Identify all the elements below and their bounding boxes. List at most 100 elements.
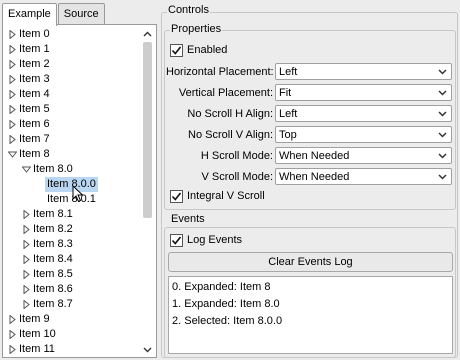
tree-item[interactable]: Item 8.1 <box>21 207 75 222</box>
tree-item[interactable]: Item 8.0 <box>21 162 75 177</box>
tree-item[interactable]: Item 6 <box>7 117 52 132</box>
select-value: Fit <box>279 86 292 99</box>
log-events-checkbox[interactable] <box>170 233 183 247</box>
triangle-right-icon[interactable] <box>7 57 17 72</box>
tree-item[interactable]: Item 8.2 <box>21 222 75 237</box>
tree-item[interactable]: Item 2 <box>7 57 52 72</box>
tree-item[interactable]: Item 11 <box>7 342 57 356</box>
triangle-right-icon[interactable] <box>7 72 17 87</box>
property-row: V Scroll Mode: When Needed <box>166 168 452 185</box>
property-select[interactable]: Top <box>275 126 452 143</box>
tree-item[interactable]: Item 1 <box>7 42 52 57</box>
tree-item[interactable]: Item 4 <box>7 87 52 102</box>
tree-item-label: Item 11 <box>19 343 55 355</box>
triangle-right-icon[interactable] <box>21 267 31 282</box>
tree-item[interactable]: Item 8.3 <box>21 237 75 252</box>
property-select[interactable]: When Needed <box>275 147 452 164</box>
triangle-down-icon[interactable] <box>21 162 31 177</box>
tree-item-label: Item 8.6 <box>33 283 73 295</box>
chevron-down-icon <box>438 173 447 180</box>
property-row: Horizontal Placement: Left <box>166 63 452 80</box>
triangle-right-icon[interactable] <box>21 237 31 252</box>
triangle-right-icon[interactable] <box>7 117 17 132</box>
tree-item-label: Item 7 <box>19 133 50 145</box>
tab-example[interactable]: Example <box>2 3 57 26</box>
log-events-label: Log Events <box>187 234 243 246</box>
triangle-right-icon[interactable] <box>21 297 31 312</box>
tree-item-label: Item 4 <box>19 88 50 100</box>
tree-item[interactable]: Item 7 <box>7 132 52 147</box>
property-select[interactable]: When Needed <box>275 168 452 185</box>
property-row: No Scroll H Align: Left <box>166 105 452 122</box>
clear-events-log-button[interactable]: Clear Events Log <box>168 252 453 272</box>
property-label: H Scroll Mode: <box>200 149 273 162</box>
tree-item[interactable]: Item 8.7 <box>21 297 75 312</box>
scroll-up-arrow-icon[interactable] <box>141 28 154 40</box>
enabled-label: Enabled <box>187 44 228 56</box>
select-value: When Needed <box>279 149 350 162</box>
property-select[interactable]: Fit <box>275 84 452 101</box>
integral-v-scroll-checkbox[interactable] <box>170 189 183 203</box>
tree-item-label: Item 8.2 <box>33 223 73 235</box>
triangle-right-icon[interactable] <box>21 282 31 297</box>
tree-item[interactable]: Item 8 <box>7 147 52 162</box>
property-label: No Scroll H Align: <box>187 107 273 120</box>
tree-item[interactable]: Item 8.6 <box>21 282 75 297</box>
property-select[interactable]: Left <box>275 63 452 80</box>
triangle-right-icon[interactable] <box>7 102 17 117</box>
tree-item-label: Item 8.3 <box>33 238 73 250</box>
enabled-checkbox[interactable] <box>170 43 183 57</box>
tree-item-label: Item 8.0 <box>33 163 73 175</box>
tree-item-label: Item 9 <box>19 313 50 325</box>
tree-item[interactable]: Item 10 <box>7 327 58 342</box>
integral-v-scroll-label: Integral V Scroll <box>187 190 265 202</box>
tree-item-label: Item 8.5 <box>33 268 73 280</box>
property-row: No Scroll V Align: Top <box>166 126 452 143</box>
triangle-right-icon[interactable] <box>7 132 17 147</box>
property-label: Horizontal Placement: <box>166 65 274 78</box>
tab-source[interactable]: Source <box>57 3 105 24</box>
controls-title: Controls <box>167 4 210 16</box>
tree-item[interactable]: Item 8.4 <box>21 252 75 267</box>
integral-v-scroll-checkbox-row[interactable]: Integral V Scroll <box>170 188 265 204</box>
triangle-right-icon[interactable] <box>7 327 17 342</box>
tree-item[interactable]: Item 3 <box>7 72 52 87</box>
tree-item[interactable]: Item 9 <box>7 312 52 327</box>
property-label: Vertical Placement: <box>178 86 273 99</box>
triangle-right-icon[interactable] <box>21 222 31 237</box>
log-entry: 2. Selected: Item 8.0.0 <box>172 315 283 327</box>
triangle-right-icon[interactable] <box>7 87 17 102</box>
check-icon <box>171 46 182 55</box>
events-title: Events <box>170 213 206 225</box>
tree-item-label: Item 3 <box>19 73 50 85</box>
scroll-thumb[interactable] <box>143 42 152 218</box>
property-label: No Scroll V Align: <box>188 128 273 141</box>
enabled-checkbox-row[interactable]: Enabled <box>170 42 227 58</box>
triangle-right-icon[interactable] <box>7 342 17 356</box>
triangle-down-icon[interactable] <box>7 147 17 162</box>
property-label: V Scroll Mode: <box>201 170 273 183</box>
scroll-down-arrow-icon[interactable] <box>141 344 154 356</box>
log-entry: 0. Expanded: Item 8 <box>172 281 271 293</box>
tree-item[interactable]: Item 8.5 <box>21 267 75 282</box>
triangle-right-icon[interactable] <box>7 27 17 42</box>
events-log-list[interactable]: 0. Expanded: Item 8 1. Expanded: Item 8.… <box>168 276 453 354</box>
triangle-right-icon[interactable] <box>21 207 31 222</box>
tree-item-label: Item 6 <box>19 118 50 130</box>
tree-scrollbar[interactable] <box>141 28 154 356</box>
property-select[interactable]: Left <box>275 105 452 122</box>
tab-bar: Example Source <box>2 3 106 26</box>
tree-item[interactable]: Item 5 <box>7 102 52 117</box>
tree-item[interactable]: Item 0 <box>7 27 52 42</box>
mouse-cursor-icon <box>72 184 84 206</box>
tree-item-label: Item 1 <box>19 43 50 55</box>
log-entry: 1. Expanded: Item 8.0 <box>172 298 280 310</box>
triangle-right-icon[interactable] <box>7 312 17 327</box>
triangle-right-icon[interactable] <box>21 252 31 267</box>
tree-item[interactable]: Item 8.0.0 <box>35 177 98 192</box>
tree-item[interactable]: Item 8.0.1 <box>35 192 98 207</box>
log-events-checkbox-row[interactable]: Log Events <box>170 232 242 248</box>
triangle-right-icon[interactable] <box>7 42 17 57</box>
